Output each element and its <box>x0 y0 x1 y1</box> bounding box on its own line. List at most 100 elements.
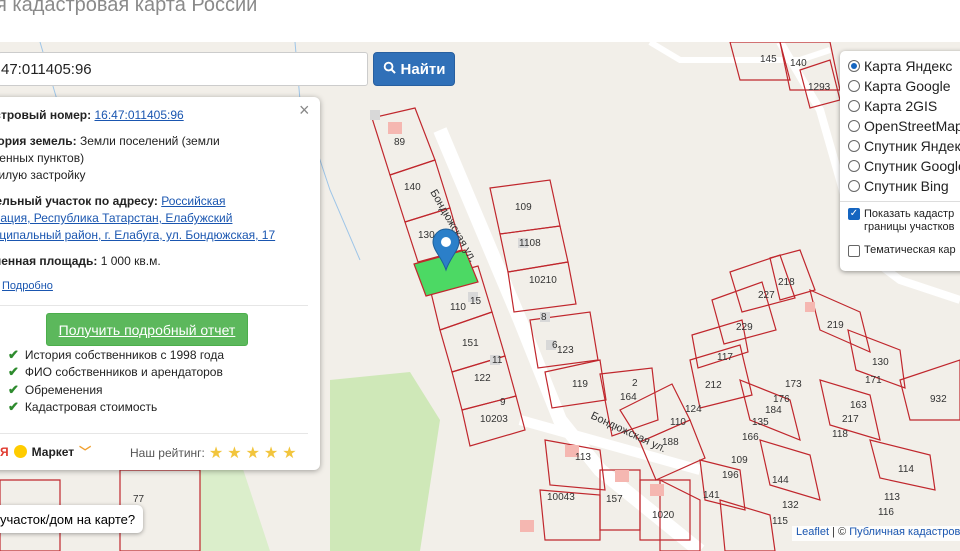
green-area <box>330 372 440 551</box>
radio-button[interactable] <box>848 160 860 172</box>
check-icon: ✔ <box>8 364 19 379</box>
map-attribution: Leaflet | © Публичная кадастрово <box>792 526 960 541</box>
parcel-number: 15 <box>470 296 482 307</box>
market-logo-icon <box>13 445 27 458</box>
green-area-2 <box>200 460 270 551</box>
parcel-number: 113 <box>575 452 591 463</box>
divider <box>840 201 960 202</box>
checkbox[interactable] <box>848 244 860 257</box>
show-cadastral-borders-checkbox[interactable]: ✓ Показать кадастр границы участков <box>848 208 955 234</box>
layer-option-google-satellite[interactable]: Спутник Google <box>848 158 960 174</box>
parcel-number: 2 <box>632 378 638 389</box>
land-category-line: д жилую застройку <box>0 168 86 182</box>
address-link[interactable]: Российская <box>161 194 225 208</box>
parcel-number: 212 <box>705 380 722 391</box>
leaflet-link[interactable]: Leaflet <box>796 526 829 538</box>
parcel-number: 109 <box>731 455 748 466</box>
thematic-map-checkbox[interactable]: Тематическая кар <box>848 244 956 257</box>
search-input[interactable] <box>0 52 368 86</box>
radio-button[interactable] <box>848 140 860 152</box>
parcel-number: 117 <box>717 352 733 363</box>
check-icon: ✔ <box>8 382 19 397</box>
feature-item: ✔ История собственников с 1998 года <box>8 347 225 362</box>
checkbox[interactable]: ✓ <box>848 208 860 220</box>
divider <box>0 305 308 306</box>
layer-option-bing-satellite[interactable]: Спутник Bing <box>848 178 949 194</box>
parcel-number: 10043 <box>547 492 575 503</box>
parcel-number: 173 <box>785 379 802 390</box>
parcel-number: 166 <box>742 432 759 443</box>
parcel-number: 145 <box>760 54 777 65</box>
parcel-number: 10203 <box>480 414 508 425</box>
layer-option-google-map[interactable]: Карта Google <box>848 78 951 94</box>
parcel-number: 116 <box>878 507 894 518</box>
parcel-number: 1293 <box>808 82 831 93</box>
layer-option-2gis-map[interactable]: Карта 2GIS <box>848 98 937 114</box>
address-link[interactable]: дерация, Республика Татарстан, Елабужски… <box>0 211 232 225</box>
check-icon: ✔ <box>8 347 19 362</box>
radio-button[interactable] <box>848 60 860 72</box>
parcel-number: 932 <box>930 394 947 405</box>
parcel-number: 89 <box>394 137 406 148</box>
parcel-number: 171 <box>865 375 882 386</box>
feature-item: ✔ Кадастровая стоимость <box>8 399 158 414</box>
radio-button[interactable] <box>848 120 860 132</box>
parcel-number: 218 <box>778 277 795 288</box>
parcel-number: 219 <box>827 320 844 331</box>
parcel-number: 10210 <box>529 275 557 286</box>
parcel-number: 130 <box>872 357 889 368</box>
parcel-number: 115 <box>772 516 788 527</box>
parcel-number: 176 <box>773 394 790 405</box>
radio-button[interactable] <box>848 80 860 92</box>
yandex-logo-icon: Я <box>0 444 9 459</box>
market-badge[interactable]: Я Маркет ﹀ <box>0 443 91 460</box>
parcel-number: 118 <box>832 429 848 440</box>
address-link[interactable]: униципальный район, г. Елабуга, ул. Бонд… <box>0 228 275 242</box>
rating: Наш рейтинг: ★ ★ ★ ★ ★ <box>130 443 297 463</box>
parcel-number: 157 <box>606 494 623 505</box>
parcel-number: 132 <box>782 500 799 511</box>
parcel-number: 1 <box>519 238 525 249</box>
parcel-number: 188 <box>662 437 679 448</box>
parcel-number: 109 <box>515 202 532 213</box>
find-parcel-prompt[interactable]: участок/дом на карте? <box>0 505 143 533</box>
layer-option-yandex-map[interactable]: Карта Яндекс <box>848 58 952 74</box>
search-icon <box>383 61 396 78</box>
radio-button[interactable] <box>848 100 860 112</box>
source-link[interactable]: Публичная кадастрово <box>849 526 960 538</box>
parcel-number: 196 <box>722 470 739 481</box>
parcel-number: 1020 <box>652 510 675 521</box>
cadastral-number-label: дастровый номер: <box>0 108 92 122</box>
get-report-button[interactable]: Получить подробный отчет <box>46 313 248 346</box>
parcel-number: 141 <box>703 490 720 501</box>
star-icon: ★ <box>263 445 279 462</box>
feature-item: ✔ Обременения <box>8 382 103 397</box>
search-button[interactable]: Найти <box>373 52 455 86</box>
details-link[interactable]: Подробно <box>2 280 53 292</box>
close-icon[interactable]: × <box>299 101 310 119</box>
parcel-number: 140 <box>404 182 421 193</box>
parcel-number: 124 <box>685 404 702 415</box>
market-label: Маркет <box>31 444 75 459</box>
parcel-number: 9 <box>500 397 506 408</box>
parcel-info-panel: × дастровый номер: 16:47:011405:96 тегор… <box>0 97 320 470</box>
layer-option-openstreetmap[interactable]: OpenStreetMap <box>848 118 960 134</box>
parcel-number: 184 <box>765 405 782 416</box>
star-icon: ★ <box>208 445 224 462</box>
parcel-number: 217 <box>842 414 859 425</box>
parcel-number: 123 <box>557 345 574 356</box>
radio-button[interactable] <box>848 180 860 192</box>
parcel-number: 114 <box>898 464 914 475</box>
cadastral-number-link[interactable]: 16:47:011405:96 <box>94 108 183 122</box>
area-label: очненная площадь: <box>0 254 98 268</box>
star-icon: ★ <box>245 445 260 462</box>
address-row: емельный участок по адресу: Российская <box>0 193 225 210</box>
layer-option-yandex-satellite[interactable]: Спутник Яндекс <box>848 138 960 154</box>
parcel-number: 163 <box>850 400 867 411</box>
parcel-number: 11 <box>492 355 503 366</box>
parcel-number: 151 <box>462 338 479 349</box>
parcel-number: 229 <box>736 322 753 333</box>
parcel-number: 8 <box>541 312 547 323</box>
rating-label: Наш рейтинг: <box>130 446 205 460</box>
parcel-number: 164 <box>620 392 637 403</box>
